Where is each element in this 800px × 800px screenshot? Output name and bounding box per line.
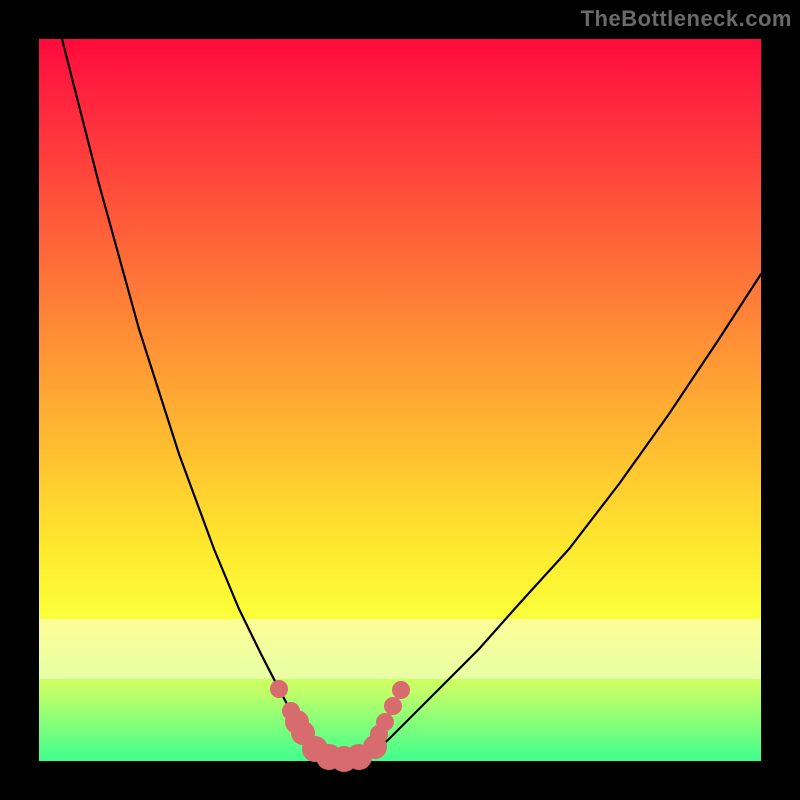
bead-marker bbox=[392, 681, 410, 699]
bead-group bbox=[270, 680, 410, 772]
chart-frame: TheBottleneck.com bbox=[0, 0, 800, 800]
plot-area bbox=[39, 39, 761, 761]
bead-marker bbox=[384, 697, 402, 715]
curve-right bbox=[369, 274, 761, 757]
bead-marker bbox=[270, 680, 288, 698]
curve-layer bbox=[39, 39, 761, 761]
bead-marker bbox=[376, 713, 394, 731]
watermark-text: TheBottleneck.com bbox=[581, 6, 792, 32]
curve-left bbox=[62, 39, 322, 757]
